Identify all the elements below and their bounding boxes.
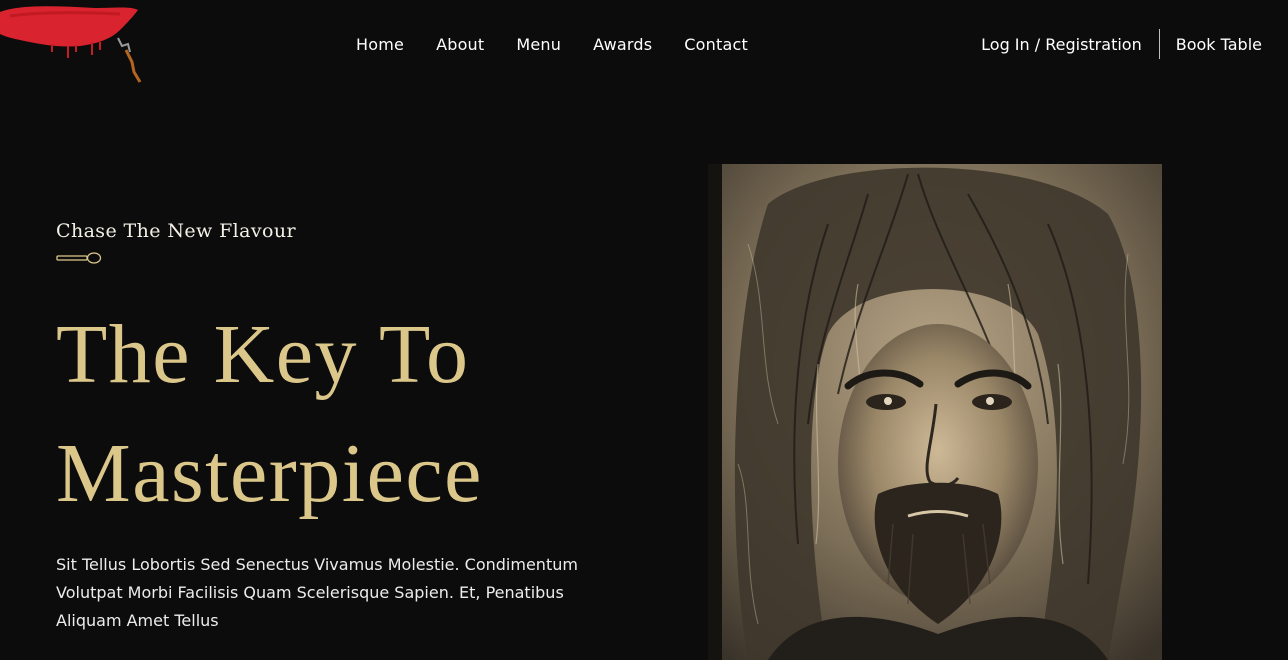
sepia-sketch-portrait-icon (708, 164, 1162, 660)
header-actions: Log In / Registration Book Table (981, 0, 1262, 88)
red-brush-axe-logo-icon (0, 6, 142, 83)
login-registration-link[interactable]: Log In / Registration (981, 35, 1159, 54)
hero-tagline: Chase The New Flavour (56, 220, 296, 242)
hero-description: Sit Tellus Lobortis Sed Senectus Vivamus… (56, 555, 578, 630)
hero-headline: The Key To Masterpiece (56, 295, 483, 533)
main-nav: Home About Menu Awards Contact (340, 0, 764, 88)
spoon-icon (56, 252, 102, 264)
nav-contact[interactable]: Contact (684, 35, 748, 54)
book-table-link[interactable]: Book Table (1160, 35, 1262, 54)
hero-portrait-image (708, 164, 1162, 660)
nav-home[interactable]: Home (356, 35, 404, 54)
nav-menu[interactable]: Menu (516, 35, 561, 54)
nav-about[interactable]: About (436, 35, 484, 54)
brand-logo[interactable] (0, 0, 150, 90)
headline-line-1: The Key To (56, 308, 470, 401)
nav-awards[interactable]: Awards (593, 35, 652, 54)
headline-line-2: Masterpiece (56, 427, 483, 520)
